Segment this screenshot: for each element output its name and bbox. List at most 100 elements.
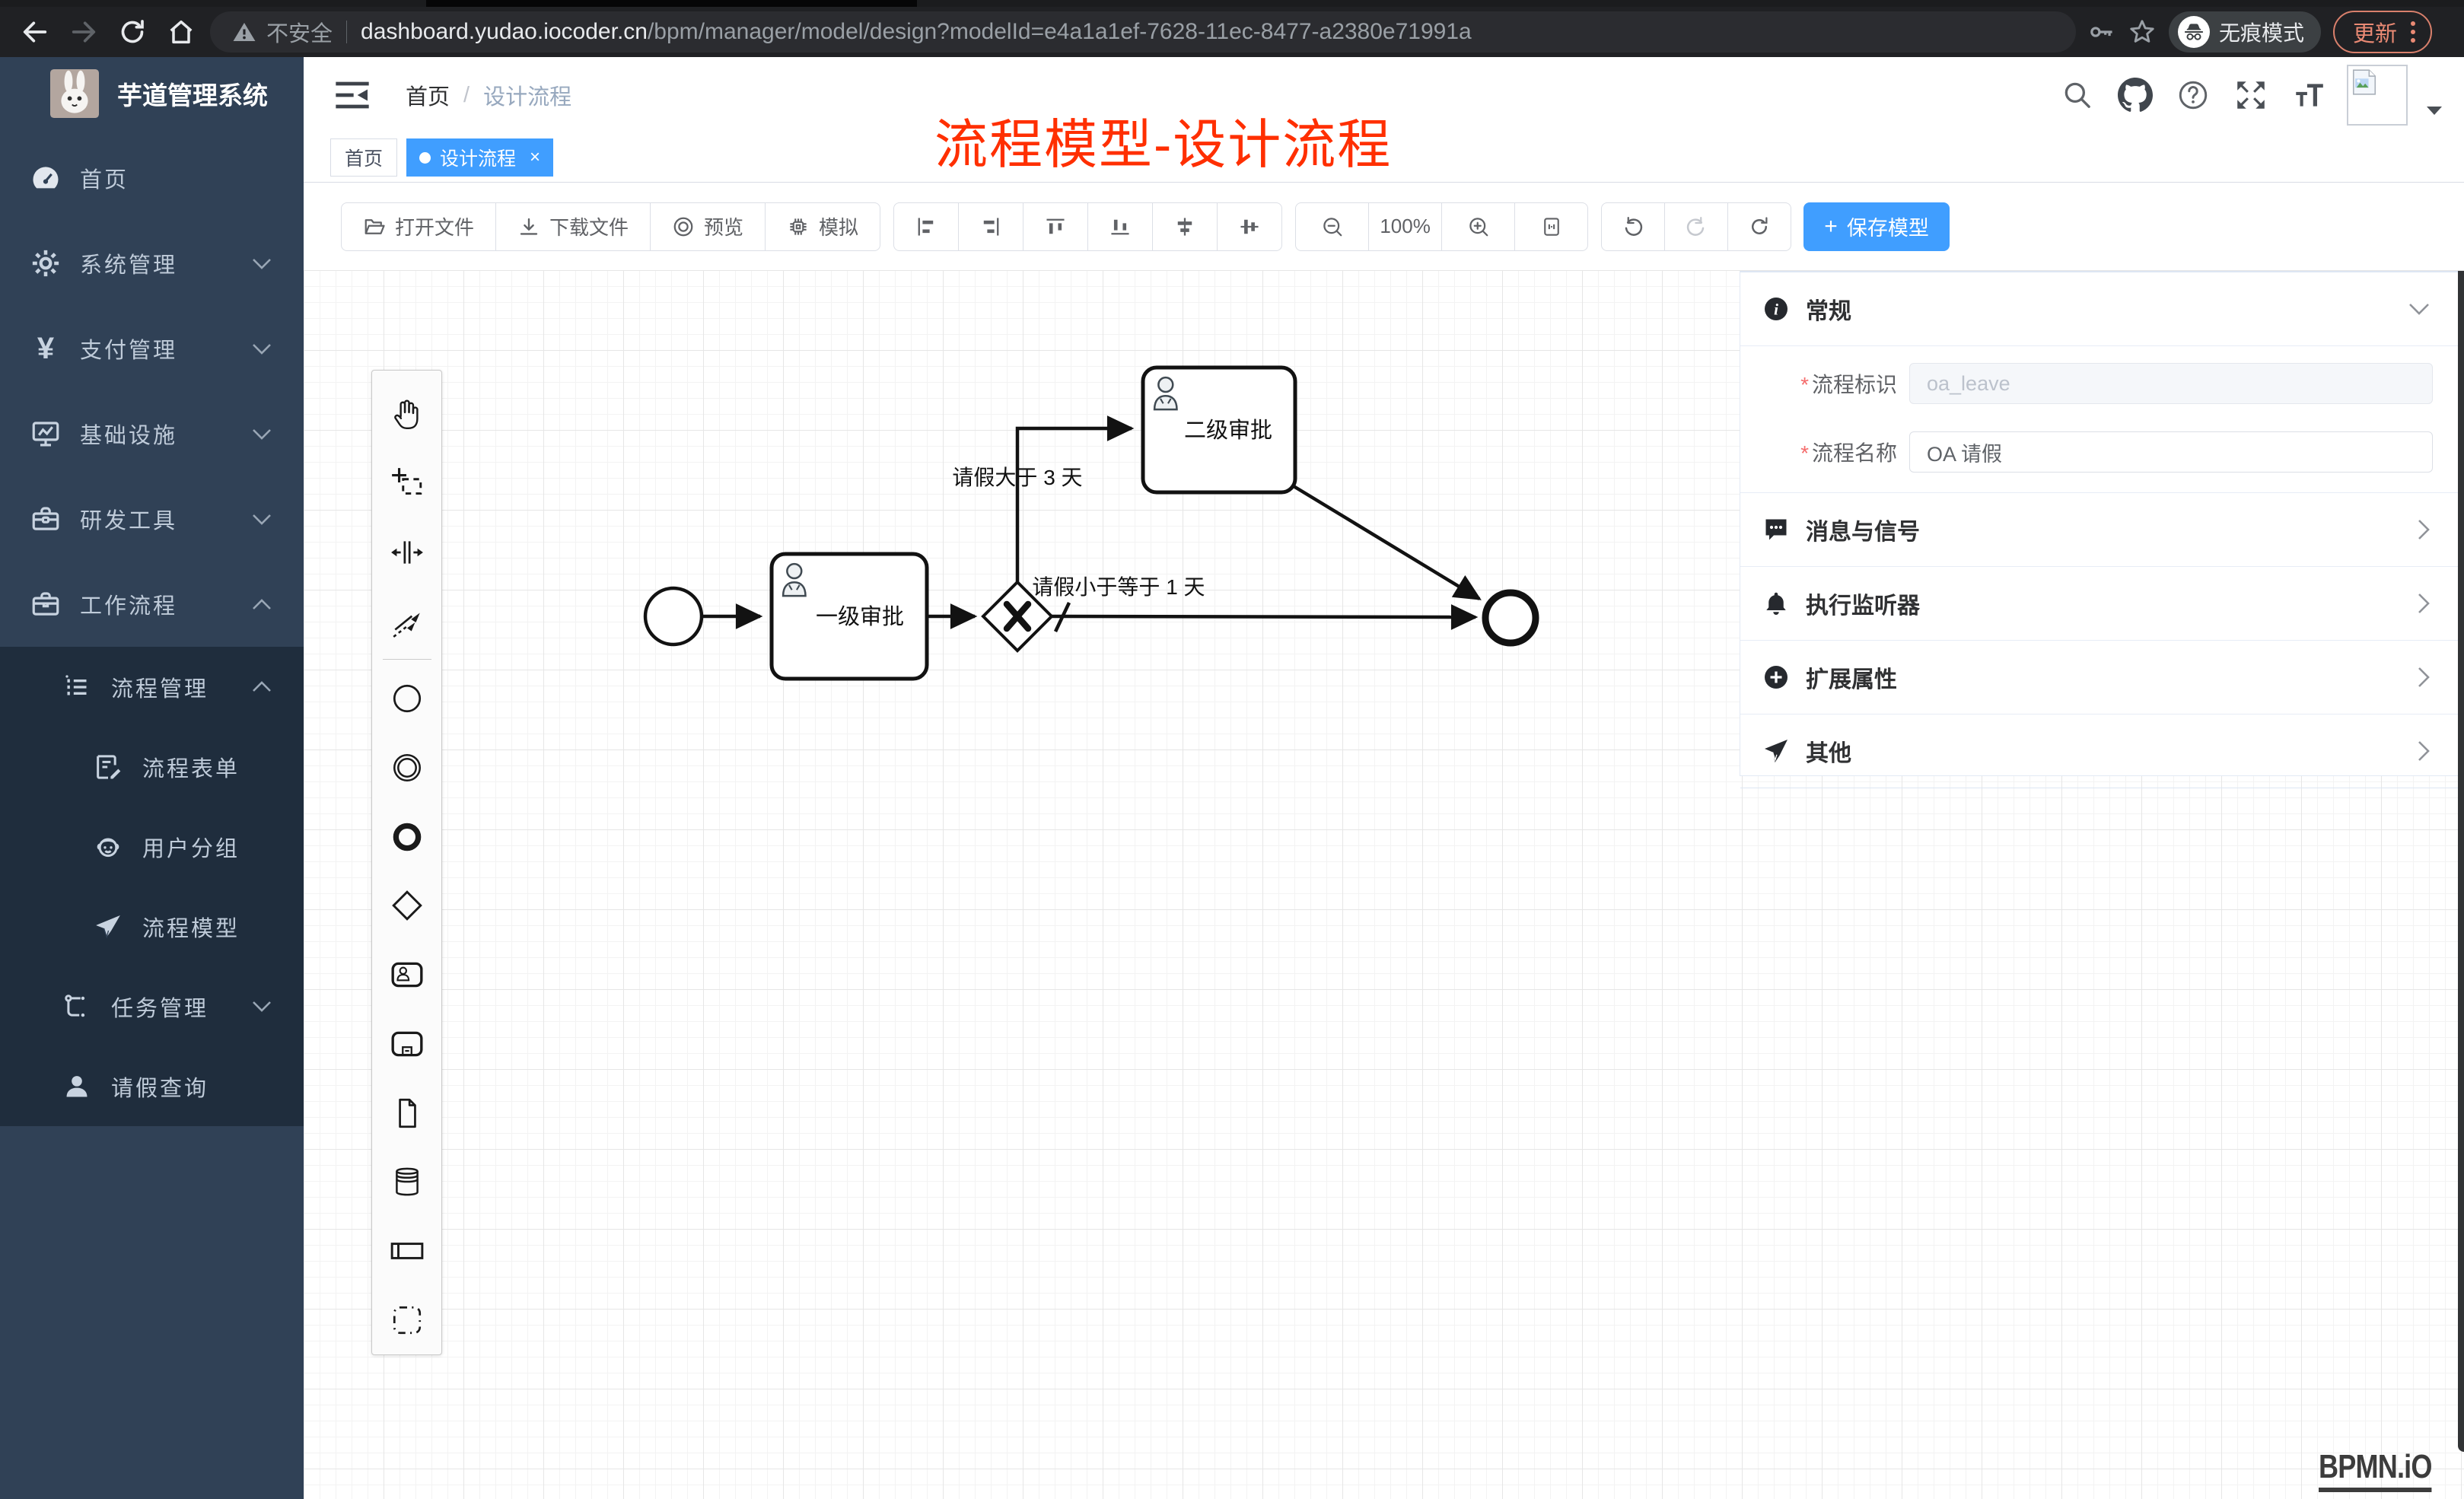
address-bar[interactable]: 不安全 dashboard.yudao.iocoder.cn/bpm/manag… [210, 11, 2076, 53]
create-intermediate-event[interactable] [384, 734, 430, 803]
sidebar-item-payment[interactable]: ¥ 支付管理 [0, 306, 304, 391]
redo-button[interactable] [1664, 202, 1728, 251]
flow-gateway-to-end[interactable] [1052, 616, 1476, 617]
flow-label-gt3days[interactable]: 请假大于 3 天 [952, 466, 1082, 489]
message-icon [1762, 515, 1791, 544]
flow-task2-to-end[interactable] [1294, 486, 1479, 599]
fullscreen-icon[interactable] [2231, 75, 2271, 115]
lasso-tool[interactable] [384, 449, 430, 518]
create-end-event[interactable] [384, 802, 430, 871]
download-file-button[interactable]: 下载文件 [495, 202, 651, 251]
avatar-caret-icon[interactable] [2426, 106, 2443, 116]
global-connect-tool[interactable] [384, 587, 430, 656]
restart-button[interactable] [1727, 202, 1791, 251]
align-center-vertical-button[interactable] [1217, 202, 1282, 251]
update-button[interactable]: 更新 [2333, 11, 2432, 53]
user-group-icon [91, 829, 126, 864]
end-event[interactable] [1485, 593, 1536, 643]
undo-button[interactable] [1601, 202, 1665, 251]
sidebar-item-devtools[interactable]: 研发工具 [0, 476, 304, 562]
sidebar-item-workflow[interactable]: 工作流程 [0, 562, 304, 647]
github-icon[interactable] [2115, 75, 2155, 115]
zoom-level[interactable]: 100% [1368, 202, 1442, 251]
sidebar-item-leave-query[interactable]: 请假查询 [0, 1046, 304, 1126]
create-subprocess[interactable] [384, 1009, 430, 1078]
key-icon[interactable] [2087, 18, 2115, 46]
forward-icon[interactable] [59, 8, 108, 56]
flow-gateway-to-task2[interactable] [1017, 428, 1132, 582]
window-top-strip [0, 0, 2464, 7]
open-file-button[interactable]: 打开文件 [341, 202, 496, 251]
tab-design-process[interactable]: 设计流程 × [406, 138, 553, 177]
create-data-object[interactable] [384, 1078, 430, 1147]
process-key-input[interactable] [1909, 363, 2433, 404]
zoom-in-button[interactable] [1441, 202, 1515, 251]
space-tool[interactable] [384, 517, 430, 587]
section-execution-listeners[interactable]: 执行监听器 [1740, 567, 2463, 641]
save-model-button[interactable]: + 保存模型 [1803, 202, 1950, 251]
simulate-button[interactable]: 模拟 [765, 202, 880, 251]
align-left-button[interactable] [893, 202, 959, 251]
tab-home[interactable]: 首页 [330, 138, 397, 177]
intermediate-event-icon [390, 750, 425, 785]
sidebar-item-home[interactable]: 首页 [0, 135, 304, 221]
sidebar-item-process-model[interactable]: 流程模型 [0, 886, 304, 966]
create-start-event[interactable] [384, 664, 430, 734]
incognito-badge: 无痕模式 [2169, 11, 2321, 53]
update-label: 更新 [2353, 16, 2397, 48]
sidebar-item-user-group[interactable]: 用户分组 [0, 807, 304, 886]
header-actions [2058, 65, 2443, 126]
bookmark-star-icon[interactable] [2128, 18, 2157, 46]
dashboard-icon [28, 161, 63, 196]
create-gateway[interactable] [384, 871, 430, 940]
avatar[interactable] [2347, 65, 2408, 126]
breadcrumb-home[interactable]: 首页 [406, 79, 450, 111]
align-right-button[interactable] [958, 202, 1023, 251]
sidebar-item-task-mgmt[interactable]: 任务管理 [0, 966, 304, 1046]
participant-icon [390, 1233, 425, 1268]
sidebar-item-system[interactable]: 系统管理 [0, 221, 304, 306]
url-separator [346, 21, 347, 43]
task-level2-approval[interactable]: 二级审批 [1143, 368, 1295, 492]
home-icon[interactable] [157, 8, 205, 56]
breadcrumb: 首页 / 设计流程 [406, 79, 571, 111]
section-other[interactable]: 其他 [1740, 714, 2463, 788]
hand-icon [390, 396, 425, 431]
flow-label-le1day[interactable]: 请假小于等于 1 天 [1032, 575, 1205, 599]
preview-button[interactable]: 预览 [650, 202, 766, 251]
chevron-down-icon [252, 1001, 272, 1012]
zoom-fit-button[interactable] [1514, 202, 1588, 251]
zoom-out-button[interactable] [1295, 202, 1369, 251]
create-participant[interactable] [384, 1217, 430, 1286]
sidebar-item-process-mgmt[interactable]: 流程管理 [0, 647, 304, 727]
task-level1-approval[interactable]: 一级审批 [772, 554, 927, 679]
process-name-label: *流程名称 [1797, 437, 1897, 467]
section-general[interactable]: i 常规 [1740, 272, 2463, 346]
task2-label: 二级审批 [1184, 418, 1272, 443]
process-name-input[interactable] [1909, 431, 2433, 473]
page-title-annotation: 流程模型-设计流程 [934, 102, 1392, 179]
section-messages-signals[interactable]: 消息与信号 [1740, 493, 2463, 567]
create-data-store[interactable] [384, 1147, 430, 1217]
browser-menu-icon[interactable] [2411, 21, 2418, 43]
start-event[interactable] [645, 588, 702, 644]
close-icon[interactable]: × [530, 147, 540, 168]
search-icon[interactable] [2058, 75, 2097, 115]
help-icon[interactable] [2173, 75, 2213, 115]
font-size-icon[interactable] [2289, 75, 2329, 115]
align-center-horizontal-button[interactable] [1152, 202, 1218, 251]
bpmn-io-watermark[interactable]: BPMN.iO [2319, 1448, 2432, 1492]
reload-icon[interactable] [108, 8, 157, 56]
sidebar-fold-icon[interactable] [331, 74, 374, 116]
back-icon[interactable] [11, 8, 59, 56]
align-top-button[interactable] [1023, 202, 1088, 251]
sidebar-item-infrastructure[interactable]: 基础设施 [0, 391, 304, 476]
hidden-drawer-edge[interactable] [2458, 271, 2464, 1452]
sidebar-item-process-form[interactable]: 流程表单 [0, 727, 304, 807]
section-extension-properties[interactable]: 扩展属性 [1740, 641, 2463, 714]
create-group[interactable] [384, 1285, 430, 1354]
chevron-down-icon [252, 514, 272, 525]
align-bottom-button[interactable] [1087, 202, 1153, 251]
hand-tool[interactable] [384, 380, 430, 449]
create-user-task[interactable] [384, 940, 430, 1010]
